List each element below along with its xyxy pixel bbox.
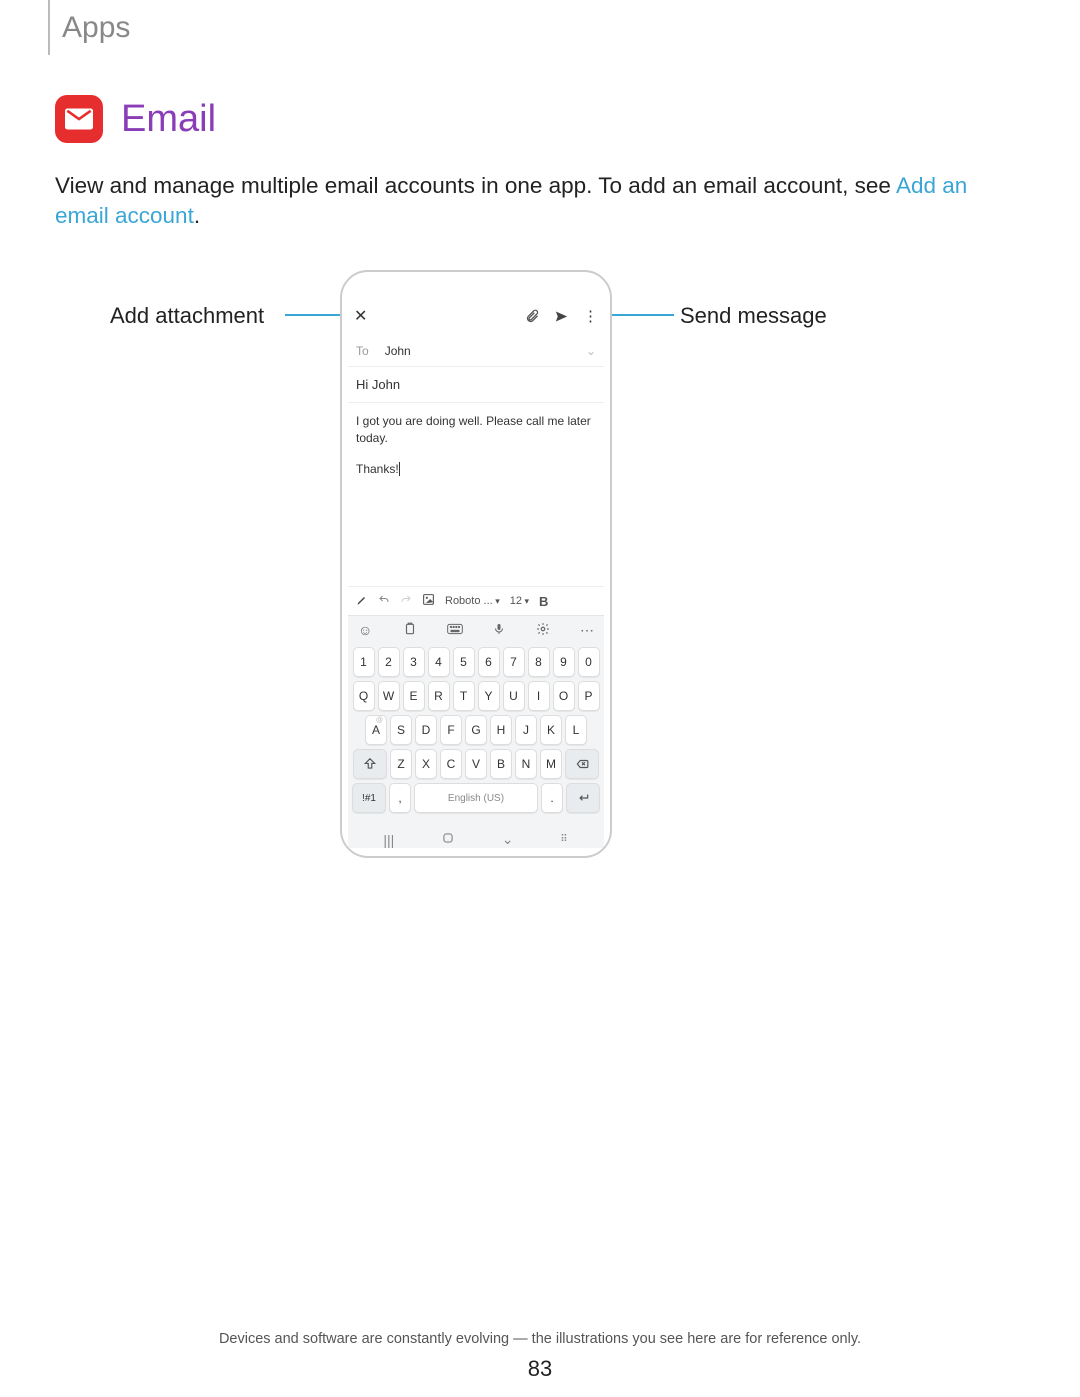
key-2[interactable]: 2 [378,647,400,677]
expand-recipients-icon[interactable]: ⌄ [586,344,596,358]
settings-icon[interactable] [536,622,550,639]
key-o[interactable]: O [553,681,575,711]
bottom-row: !#1 , English (US) . [350,783,602,813]
key-6[interactable]: 6 [478,647,500,677]
section-header: Apps [62,11,130,45]
comma-key[interactable]: , [389,783,411,813]
send-icon[interactable] [554,309,569,324]
footer-disclaimer: Devices and software are constantly evol… [0,1331,1080,1347]
bold-button[interactable]: B [539,594,548,609]
font-size-selector[interactable]: 12 [510,595,529,607]
attachment-icon[interactable] [525,309,540,324]
email-body[interactable]: I got you are doing well. Please call me… [348,403,604,586]
mic-icon[interactable] [493,622,505,639]
image-icon[interactable] [422,593,435,609]
to-recipient[interactable]: John [385,344,411,358]
description: View and manage multiple email accounts … [55,171,1025,232]
key-c[interactable]: C [440,749,462,779]
key-8[interactable]: 8 [528,647,550,677]
page-number: 83 [0,1356,1080,1382]
font-selector[interactable]: Roboto ... [445,595,500,607]
key-5[interactable]: 5 [453,647,475,677]
key-3[interactable]: 3 [403,647,425,677]
subject-field[interactable]: Hi John [348,367,604,403]
backspace-key[interactable] [565,749,599,779]
email-app-icon [55,95,103,143]
key-t[interactable]: T [453,681,475,711]
symbols-key[interactable]: !#1 [352,783,386,813]
description-text-suffix: . [194,203,200,228]
key-y[interactable]: Y [478,681,500,711]
key-4[interactable]: 4 [428,647,450,677]
body-line-2: Thanks! [356,462,399,476]
enter-key[interactable] [566,783,600,813]
clipboard-icon[interactable] [403,622,417,639]
key-g[interactable]: G [465,715,487,745]
emoji-icon[interactable]: ☺ [358,622,372,639]
key-j[interactable]: J [515,715,537,745]
page-title: Email [121,98,216,141]
more-icon[interactable]: ⋮ [583,307,598,325]
key-q[interactable]: Q [353,681,375,711]
callout-send-message: Send message [680,303,827,329]
qwerty-row-2: @A S D F G H J K L [350,715,602,745]
close-icon[interactable]: ✕ [354,306,367,326]
key-l[interactable]: L [565,715,587,745]
keyboard-mode-icon[interactable] [447,622,463,639]
key-u[interactable]: U [503,681,525,711]
home-nav-icon[interactable] [441,831,455,848]
number-row: 1 2 3 4 5 6 7 8 9 0 [350,647,602,677]
undo-icon[interactable] [378,594,390,609]
key-e[interactable]: E [403,681,425,711]
collapse-kb-icon[interactable]: ⌄ [502,831,514,848]
key-k[interactable]: K [540,715,562,745]
recents-nav-icon[interactable]: ||| [383,832,394,848]
key-z[interactable]: Z [390,749,412,779]
key-b[interactable]: B [490,749,512,779]
key-d[interactable]: D [415,715,437,745]
phone-illustration: ✕ ⋮ To John ⌄ Hi John I got you are [340,270,612,858]
shift-key[interactable] [353,749,387,779]
callout-add-attachment: Add attachment [110,303,264,329]
key-m[interactable]: M [540,749,562,779]
key-f[interactable]: F [440,715,462,745]
body-line-1: I got you are doing well. Please call me… [356,413,596,447]
description-text-prefix: View and manage multiple email accounts … [55,173,896,198]
key-7[interactable]: 7 [503,647,525,677]
key-x[interactable]: X [415,749,437,779]
space-key[interactable]: English (US) [414,783,538,813]
key-a[interactable]: @A [365,715,387,745]
keyboard-nav-icon[interactable]: ⠿ [560,834,568,845]
key-h[interactable]: H [490,715,512,745]
key-0[interactable]: 0 [578,647,600,677]
key-v[interactable]: V [465,749,487,779]
key-i[interactable]: I [528,681,550,711]
qwerty-row-1: Q W E R T Y U I O P [350,681,602,711]
key-9[interactable]: 9 [553,647,575,677]
key-r[interactable]: R [428,681,450,711]
key-1[interactable]: 1 [353,647,375,677]
period-key[interactable]: . [541,783,563,813]
key-p[interactable]: P [578,681,600,711]
more-kb-icon[interactable]: ⋯ [580,622,594,639]
pen-icon[interactable] [356,594,368,609]
key-w[interactable]: W [378,681,400,711]
key-n[interactable]: N [515,749,537,779]
key-s[interactable]: S [390,715,412,745]
qwerty-row-3: Z X C V B N M [350,749,602,779]
redo-icon[interactable] [400,594,412,609]
to-label: To [356,344,369,358]
